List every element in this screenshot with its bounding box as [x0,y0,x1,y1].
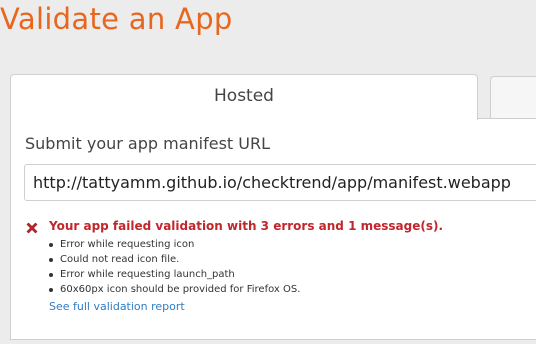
validation-message: Could not read icon file. [49,252,300,267]
error-x-icon [26,222,38,234]
bullet-icon [49,243,53,247]
validation-message: Error while requesting icon [49,237,300,252]
validation-message: 60x60px icon should be provided for Fire… [49,282,300,297]
tab-hosted-label: Hosted [214,86,274,106]
validation-message-text: Error while requesting launch_path [60,269,235,280]
tab-panel-join [11,117,477,120]
bullet-icon [49,258,53,262]
full-report-link[interactable]: See full validation report [49,300,185,313]
bullet-icon [49,273,53,277]
manifest-url-label: Submit your app manifest URL [25,134,270,153]
validation-message-text: Error while requesting icon [60,239,195,250]
bullet-icon [49,288,53,292]
validation-message-text: 60x60px icon should be provided for Fire… [60,284,301,295]
validation-message: Error while requesting launch_path [49,267,300,282]
tab-packaged[interactable] [490,76,536,122]
validation-message-text: Could not read icon file. [60,254,180,265]
manifest-url-input[interactable]: http://tattyamm.github.io/checktrend/app… [24,164,536,201]
tab-hosted[interactable]: Hosted [10,74,478,120]
page-title: Validate an App [0,2,233,36]
validation-error-headline: Your app failed validation with 3 errors… [49,219,444,233]
validator-page: Validate an App Hosted Submit your app m… [0,0,536,344]
validation-message-list: Error while requesting icon Could not re… [49,237,300,297]
